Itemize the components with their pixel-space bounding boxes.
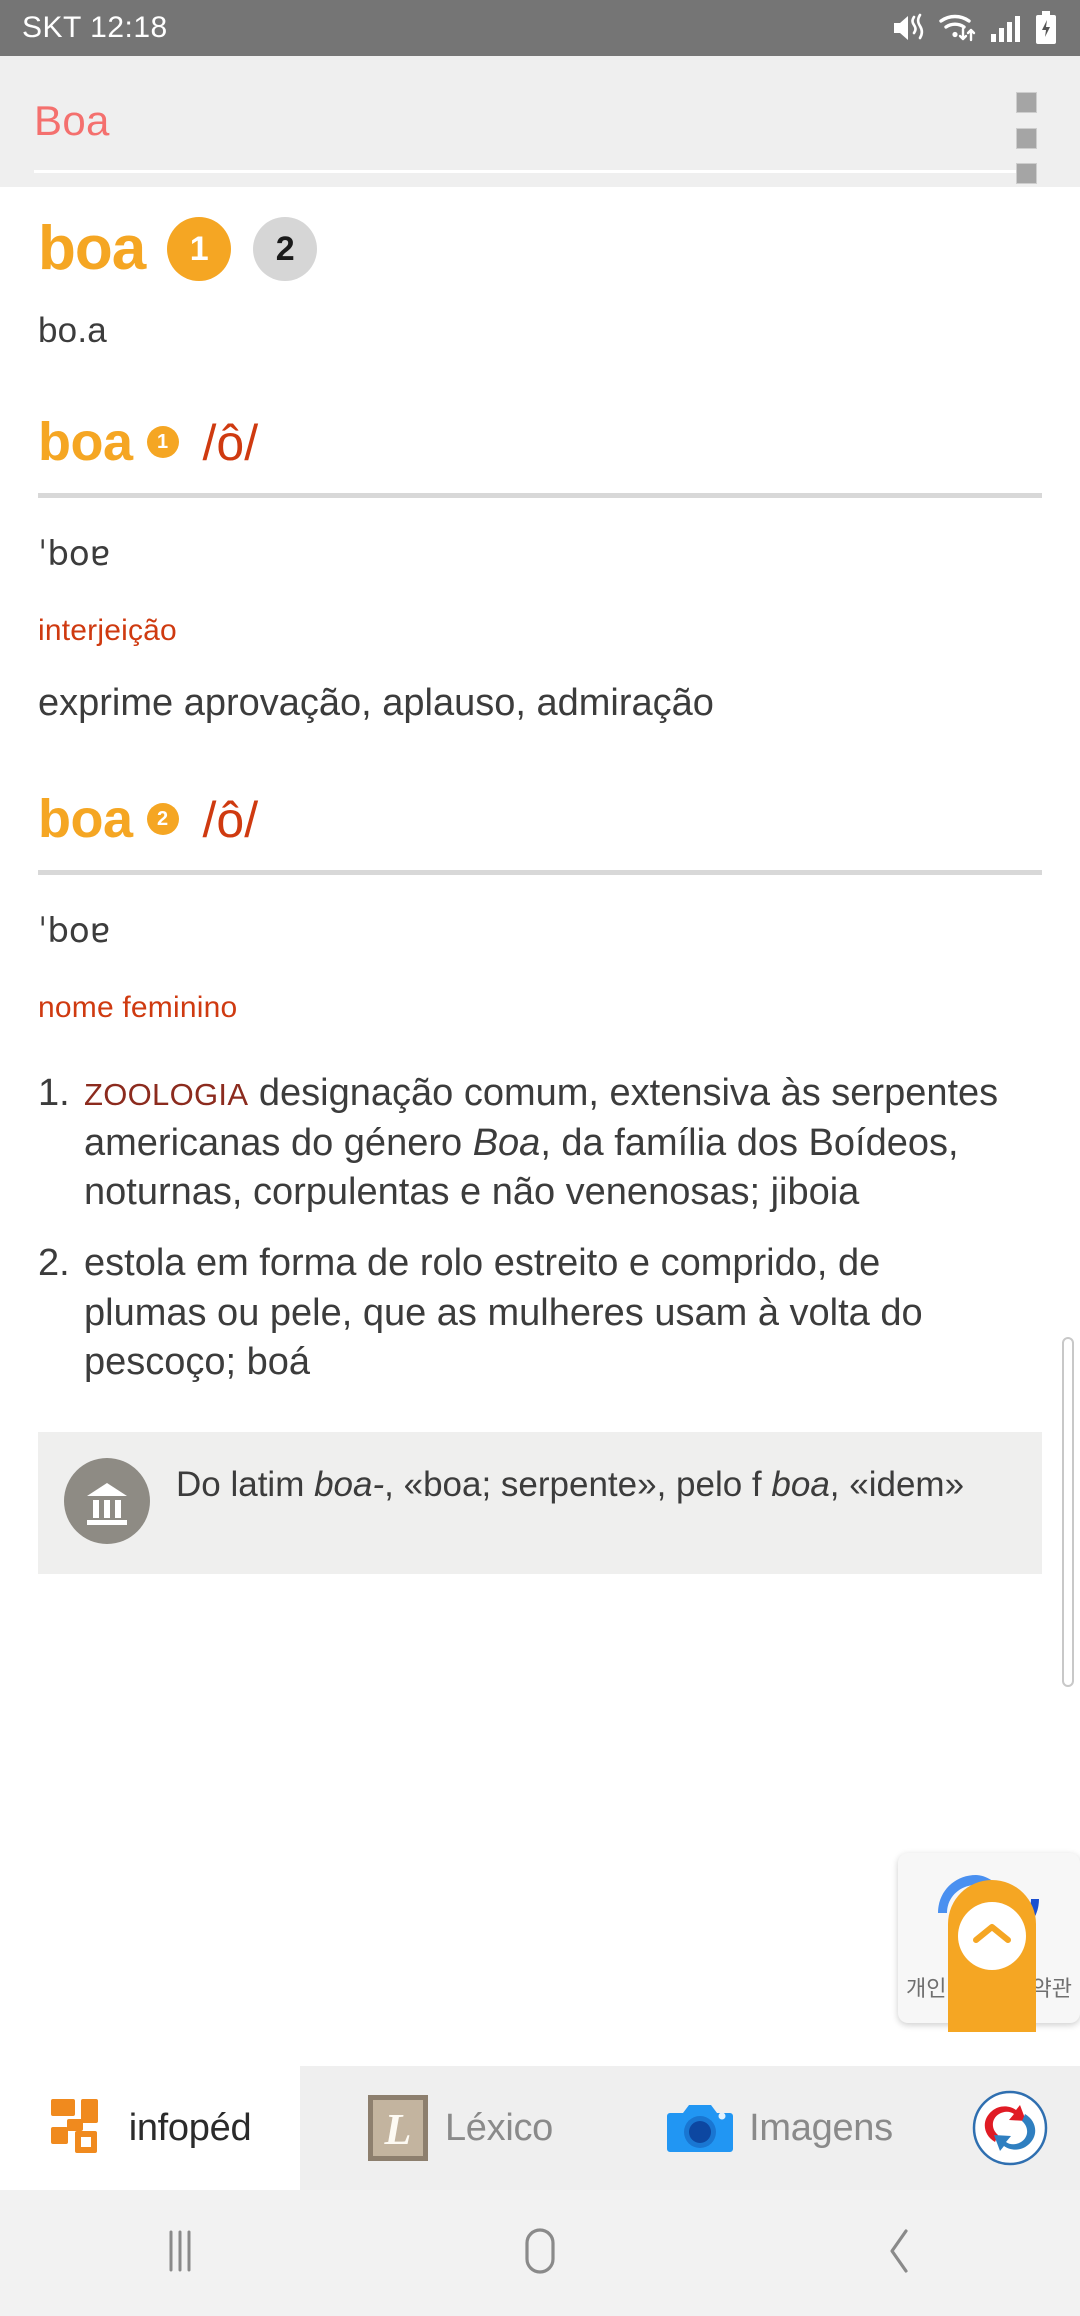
camera-icon [667, 2099, 734, 2157]
back-chevron-icon [880, 2225, 920, 2282]
entry-2-part-of-speech: nome feminino [38, 991, 238, 1025]
recents-icon [158, 2226, 202, 2281]
entry-1-phonetic: /ô/ [202, 415, 259, 471]
tab-imagens-label: Imagens [749, 2106, 893, 2149]
recents-button[interactable] [0, 2226, 360, 2281]
tab-imagens[interactable]: Imagens [620, 2066, 940, 2190]
entry-1-word: boa [38, 412, 133, 472]
home-button[interactable] [360, 2225, 720, 2282]
etymology-text: Do latim boa-, «boa; serpente», pelo f b… [176, 1458, 964, 1509]
fab-inner-circle [958, 1902, 1026, 1970]
definition-1-body: ZOOLOGIA designação comum, extensiva às … [84, 1069, 1042, 1217]
entry-1-header: boa 1 /ô/ [38, 411, 1042, 473]
headword-row: boa 1 2 [38, 187, 1042, 281]
syllable-division: bo.a [38, 311, 107, 350]
home-icon [517, 2225, 563, 2282]
etymology-suffix-2: , «idem» [829, 1464, 965, 1504]
overflow-dot-2 [1015, 127, 1037, 149]
overflow-dot-1 [1015, 92, 1037, 113]
infopedia-logo-icon [49, 2097, 111, 2159]
sense-chip-2[interactable]: 2 [253, 217, 318, 281]
status-icons [892, 11, 1058, 45]
app-bar-divider [34, 170, 1018, 173]
tab-infopedia-label: infopéd [128, 2106, 252, 2149]
etymology-box: Do latim boa-, «boa; serpente», pelo f b… [38, 1431, 1042, 1574]
android-nav-bar[interactable] [0, 2190, 1080, 2316]
overlay-terms-label[interactable]: 약관 [1032, 1971, 1072, 2003]
overlay-privacy-label[interactable]: 개인 [906, 1971, 946, 2003]
lexico-l-icon: L [367, 2094, 429, 2162]
etymology-latin-2: boa [771, 1464, 830, 1504]
entry-2-ipa: ˈboɐ [38, 911, 111, 952]
entry-2: boa 2 /ô/ ˈboɐ nome feminino 1. ZOOLOGIA… [38, 728, 1042, 1387]
definition-2-body: estola em forma de rolo estreito e compr… [84, 1242, 923, 1384]
signal-icon [990, 12, 1022, 44]
definition-1-number: 1. [38, 1072, 70, 1115]
tab-lexico[interactable]: L Léxico [300, 2066, 620, 2190]
entry-1: boa 1 /ô/ ˈboɐ interjeição exprime aprov… [38, 351, 1042, 728]
scroll-to-top-button[interactable] [948, 1880, 1036, 2032]
entry-2-header: boa 2 /ô/ [38, 788, 1042, 850]
overflow-menu-button[interactable] [998, 92, 1054, 184]
definition-2-number: 2. [38, 1242, 70, 1285]
status-bar: SKT 12:18 [0, 0, 1080, 56]
wifi-icon [938, 12, 978, 44]
definition-item-2: 2. estola em forma de rolo estreito e co… [38, 1239, 1042, 1387]
entry-1-part-of-speech: interjeição [38, 614, 177, 647]
back-button[interactable] [720, 2225, 1080, 2282]
entry-2-phonetic: /ô/ [202, 792, 259, 849]
sense-chip-1[interactable]: 1 [167, 217, 232, 281]
chevron-up-icon [971, 1919, 1013, 1954]
entry-2-word: boa [38, 789, 133, 850]
translate-sync-icon [971, 2089, 1049, 2167]
entry-2-badge: 2 [146, 803, 179, 836]
entry-1-ipa: ˈboɐ [38, 534, 111, 574]
status-carrier-time: SKT 12:18 [22, 11, 168, 44]
definition-item-1: 1. ZOOLOGIA designação comum, extensiva … [38, 1069, 1042, 1217]
definition-1-domain: ZOOLOGIA [84, 1077, 249, 1113]
classical-column-icon [64, 1457, 150, 1544]
svg-text:L: L [384, 2105, 412, 2154]
etymology-latin-1: boa- [314, 1464, 385, 1504]
entry-1-badge: 1 [146, 426, 179, 458]
dictionary-content[interactable]: boa 1 2 bo.a boa 1 /ô/ ˈboɐ interjeição … [0, 187, 1080, 2066]
tab-translate[interactable] [940, 2066, 1080, 2190]
tab-lexico-label: Léxico [444, 2106, 554, 2149]
entry-1-definition: exprime aprovação, aplauso, admiração [38, 682, 714, 724]
bottom-tab-bar[interactable]: infopéd L Léxico Imagens [0, 2066, 1080, 2190]
definition-1-italic: Boa [472, 1121, 541, 1164]
content-scrollbar[interactable] [1062, 1337, 1074, 1687]
headword-text: boa [38, 214, 146, 283]
app-bar: Boa [0, 56, 1080, 187]
overflow-dot-3 [1015, 163, 1037, 184]
definition-list: 1. ZOOLOGIA designação comum, extensiva … [38, 1025, 1042, 1387]
battery-charging-icon [1034, 11, 1058, 45]
mute-vibrate-icon [892, 12, 926, 44]
etymology-suffix-1: , «boa; serpente», pelo f [384, 1464, 762, 1504]
etymology-prefix: Do latim [176, 1464, 315, 1504]
tab-infopedia[interactable]: infopéd [0, 2066, 300, 2190]
page-title: Boa [34, 97, 110, 144]
